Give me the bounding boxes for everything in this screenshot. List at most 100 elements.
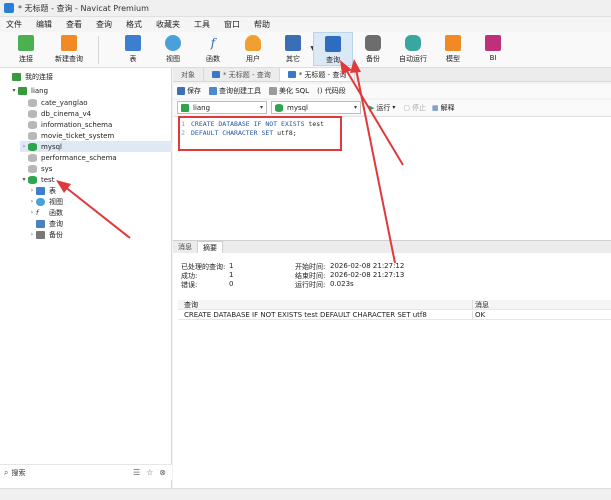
chevron-right-icon[interactable]: › bbox=[28, 231, 36, 238]
cell-query[interactable]: CREATE DATABASE IF NOT EXISTS test DEFAU… bbox=[178, 310, 473, 319]
query-icon bbox=[212, 71, 220, 78]
processed-value: 1 bbox=[229, 262, 234, 270]
db-row[interactable]: information_schema bbox=[28, 119, 112, 130]
query-toolbar: 保存 查询创建工具 美化 SQL () 代码段 bbox=[173, 84, 611, 98]
search-input[interactable]: 搜索 bbox=[11, 468, 132, 478]
navicat-logo-icon bbox=[4, 3, 14, 13]
cell-message[interactable]: OK bbox=[473, 311, 611, 319]
user-button[interactable]: 用户 bbox=[233, 32, 273, 66]
window-title: * 无标题 - 查询 - Navicat Premium bbox=[18, 3, 149, 13]
function-button[interactable]: f 函数 bbox=[193, 32, 233, 66]
tree-item-backups[interactable]: › 备份 bbox=[28, 229, 63, 240]
beautify-sql-button[interactable]: 美化 SQL bbox=[269, 86, 309, 96]
menu-edit[interactable]: 编辑 bbox=[36, 19, 52, 30]
tree-item-views[interactable]: › 视图 bbox=[28, 196, 63, 207]
mysql-connection-icon bbox=[181, 103, 189, 112]
explain-button[interactable]: ▦ 解释 bbox=[432, 103, 455, 113]
new-query-icon bbox=[61, 35, 77, 51]
tab-query-1[interactable]: * 无标题 - 查询 bbox=[204, 68, 280, 81]
db-row[interactable]: cate_yanglao bbox=[28, 97, 88, 108]
db-row-selected[interactable]: › mysql bbox=[20, 141, 172, 152]
menu-bar: 文件 编辑 查看 查询 格式 收藏夹 工具 窗口 帮助 bbox=[0, 17, 611, 32]
database-icon bbox=[28, 120, 37, 129]
bi-chart-icon bbox=[485, 35, 501, 51]
error-label: 错误: bbox=[181, 281, 198, 289]
backup-icon bbox=[36, 230, 45, 239]
robot-icon bbox=[405, 35, 421, 51]
mysql-connection-icon bbox=[18, 86, 27, 95]
menu-favorites[interactable]: 收藏夹 bbox=[156, 19, 180, 30]
tab-summary[interactable]: 摘要 bbox=[197, 241, 223, 253]
save-button[interactable]: 保存 bbox=[177, 86, 201, 96]
function-icon: f bbox=[210, 36, 216, 50]
chevron-right-icon[interactable]: › bbox=[28, 187, 36, 194]
menu-view[interactable]: 查看 bbox=[66, 19, 82, 30]
connect-button[interactable]: 连接 bbox=[6, 32, 46, 66]
automation-button[interactable]: 自动运行 bbox=[393, 32, 433, 66]
run-button[interactable]: ▶ 运行 ▾ bbox=[369, 103, 395, 113]
table-row[interactable]: CREATE DATABASE IF NOT EXISTS test DEFAU… bbox=[178, 310, 611, 320]
tab-query-2[interactable]: * 无标题 - 查询 bbox=[279, 68, 356, 81]
menu-tools[interactable]: 工具 bbox=[194, 19, 210, 30]
database-icon bbox=[28, 164, 37, 173]
save-icon bbox=[177, 87, 185, 95]
tree-item-functions[interactable]: › f 函数 bbox=[28, 207, 63, 218]
view-button[interactable]: 视图 bbox=[153, 32, 193, 66]
menu-window[interactable]: 窗口 bbox=[224, 19, 240, 30]
menu-help[interactable]: 帮助 bbox=[254, 19, 270, 30]
bi-button[interactable]: BI bbox=[473, 32, 513, 66]
table-button[interactable]: 表 bbox=[113, 32, 153, 66]
chevron-right-icon[interactable]: › bbox=[28, 209, 36, 216]
db-row-test[interactable]: ▾ test bbox=[20, 174, 54, 185]
query-button[interactable]: 查询 bbox=[313, 32, 353, 66]
chevron-down-icon[interactable]: ▾ bbox=[20, 176, 28, 183]
menu-file[interactable]: 文件 bbox=[6, 19, 22, 30]
tree-item-queries[interactable]: 查询 bbox=[36, 218, 63, 229]
clear-icon[interactable]: ⊗ bbox=[159, 468, 166, 477]
tree-item-tables[interactable]: › 表 bbox=[28, 185, 56, 196]
column-header-message[interactable]: 消息 bbox=[473, 300, 611, 310]
menu-format[interactable]: 格式 bbox=[126, 19, 142, 30]
annotation-highlight-box bbox=[178, 116, 342, 151]
model-button[interactable]: 模型 bbox=[433, 32, 473, 66]
connection-liang-row[interactable]: ▾ liang bbox=[10, 85, 48, 96]
new-query-button[interactable]: 新建查询 bbox=[46, 32, 92, 66]
status-bar bbox=[0, 488, 611, 500]
view-icon bbox=[165, 35, 181, 51]
selector-bar: liang ▾ mysql ▾ ▶ 运行 ▾ ▢ 停止 ▦ 解释 bbox=[173, 100, 611, 115]
chevron-down-icon[interactable]: ▾ bbox=[392, 104, 395, 111]
code-snippet-button[interactable]: () 代码段 bbox=[317, 86, 346, 96]
db-row[interactable]: movie_ticket_system bbox=[28, 130, 114, 141]
query-builder-button[interactable]: 查询创建工具 bbox=[209, 86, 261, 96]
filter-icon[interactable]: ☰ bbox=[133, 468, 140, 477]
menu-query[interactable]: 查询 bbox=[96, 19, 112, 30]
chevron-right-icon[interactable]: › bbox=[20, 143, 28, 150]
column-header-query[interactable]: 查询 bbox=[178, 299, 473, 310]
db-row[interactable]: sys bbox=[28, 163, 52, 174]
table-header: 查询 消息 bbox=[178, 299, 611, 310]
results-table: 查询 消息 CREATE DATABASE IF NOT EXISTS test… bbox=[178, 299, 611, 320]
result-tabs: 消息 摘要 bbox=[173, 240, 611, 253]
end-time-value: 2026-02-08 21:27:13 bbox=[330, 271, 405, 279]
stop-button[interactable]: ▢ 停止 bbox=[403, 103, 426, 113]
chevron-right-icon[interactable]: › bbox=[28, 198, 36, 205]
plug-icon bbox=[18, 35, 34, 51]
tab-message[interactable]: 消息 bbox=[173, 241, 197, 253]
main-toolbar: 连接 新建查询 表 视图 f 函数 用户 其它 ▼ 查询 备份 自动运行 模型 bbox=[0, 32, 611, 68]
database-icon bbox=[275, 103, 283, 112]
db-row[interactable]: db_cinema_v4 bbox=[28, 108, 91, 119]
other-button[interactable]: 其它 ▼ bbox=[273, 32, 315, 66]
toolbar-divider bbox=[98, 36, 99, 64]
backup-button[interactable]: 备份 bbox=[353, 32, 393, 66]
database-select[interactable]: mysql ▾ bbox=[271, 101, 361, 114]
db-row[interactable]: performance_schema bbox=[28, 152, 117, 163]
sidebar-search-bar[interactable]: ⌕ 搜索 ☰ ☆ ⊗ bbox=[0, 464, 172, 480]
tab-objects[interactable]: 对象 bbox=[173, 68, 204, 81]
my-connections-row[interactable]: 我的连接 bbox=[12, 71, 53, 82]
results-panel bbox=[173, 253, 611, 488]
connection-select[interactable]: liang ▾ bbox=[177, 101, 267, 114]
favorite-icon[interactable]: ☆ bbox=[146, 468, 153, 477]
chevron-down-icon: ▾ bbox=[353, 104, 357, 111]
connection-group-icon bbox=[12, 72, 21, 81]
chevron-down-icon[interactable]: ▾ bbox=[10, 87, 18, 94]
